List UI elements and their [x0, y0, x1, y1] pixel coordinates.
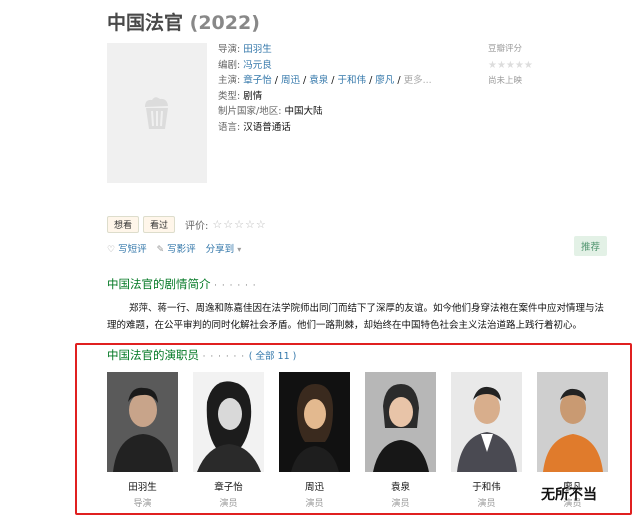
synopsis-heading: 中国法官的剧情简介 · · · · · ·	[107, 276, 257, 292]
cast-heading: 中国法官的演职员 · · · · · · ( 全部 11 )	[107, 347, 296, 363]
watched-button[interactable]: 看过	[143, 216, 176, 233]
cast-link[interactable]: 于和伟	[338, 75, 367, 86]
cast-role: 演员	[305, 499, 324, 509]
language-row: 语言: 汉语普通话	[218, 120, 432, 136]
writer-link[interactable]: 冯元良	[243, 60, 272, 71]
recommend-button[interactable]: 推荐	[574, 236, 608, 256]
cast-member[interactable]: 袁泉 演员	[365, 372, 436, 509]
synopsis-heading-text: 中国法官的剧情简介	[107, 277, 211, 291]
cast-member[interactable]: 田羽生 导演	[107, 372, 178, 509]
want-to-watch-button[interactable]: 想看	[107, 216, 140, 233]
all-cast-link[interactable]: ( 全部 11 )	[249, 351, 297, 362]
rating-box: 豆瓣评分 ★★★★★ 尚未上映	[488, 42, 568, 86]
short-review-link[interactable]: ♡ 写短评	[107, 241, 147, 255]
country-label: 制片国家/地区:	[218, 106, 282, 117]
cast-name[interactable]: 袁泉	[365, 479, 436, 493]
review-link[interactable]: ✎ 写影评	[157, 241, 196, 255]
language-value: 汉语普通话	[243, 121, 291, 133]
social-bar: ♡ 写短评 ✎ 写影评 分享到 ▾	[107, 241, 241, 255]
cast-name[interactable]: 于和伟	[451, 479, 522, 493]
movie-info: 导演: 田羽生 编剧: 冯元良 主演: 章子怡 / 周迅 / 袁泉 / 于和伟 …	[218, 42, 432, 135]
director-row: 导演: 田羽生	[218, 42, 432, 58]
cast-role: 演员	[391, 499, 410, 509]
review-label: 写影评	[167, 244, 196, 255]
genre-label: 类型:	[218, 90, 241, 102]
cast-member[interactable]: 章子怡 演员	[193, 372, 264, 509]
cast-dots: · · · · · ·	[202, 352, 246, 362]
cast-photo[interactable]	[451, 372, 522, 472]
cast-name[interactable]: 周迅	[279, 479, 350, 493]
language-label: 语言:	[218, 121, 241, 133]
genre-row: 类型: 剧情	[218, 89, 432, 105]
cast-name[interactable]: 章子怡	[193, 479, 264, 493]
cast-label: 主演:	[218, 75, 241, 86]
country-row: 制片国家/地区: 中国大陆	[218, 104, 432, 120]
cast-link[interactable]: 周迅	[281, 75, 300, 86]
rate-stars[interactable]: ☆☆☆☆☆	[212, 218, 266, 231]
action-bar: 想看 看过 评价: ☆☆☆☆☆	[107, 216, 267, 233]
rate-label: 评价:	[185, 221, 209, 232]
cast-role: 演员	[219, 499, 238, 509]
popcorn-icon	[145, 97, 168, 129]
cast-name[interactable]: 田羽生	[107, 479, 178, 493]
writer-label: 编剧:	[218, 59, 241, 71]
director-label: 导演:	[218, 44, 241, 55]
country-value: 中国大陆	[284, 106, 323, 117]
cast-list: 田羽生 导演 章子怡 演员 周迅 演员 袁泉 演员 于和伟 演员 廖凡 演员	[107, 372, 608, 509]
more-cast-link[interactable]: 更多...	[404, 75, 432, 86]
cast-photo[interactable]	[193, 372, 264, 472]
cast-row: 主演: 章子怡 / 周迅 / 袁泉 / 于和伟 / 廖凡 / 更多...	[218, 75, 432, 86]
cast-photo[interactable]	[279, 372, 350, 472]
rating-status: 尚未上映	[488, 76, 523, 86]
cast-member[interactable]: 周迅 演员	[279, 372, 350, 509]
synopsis-text: 郑萍、蒋一行、周逸和陈嘉佳因在法学院师出同门而结下了深厚的友谊。如今他们身穿法袍…	[107, 303, 605, 331]
cast-link[interactable]: 廖凡	[375, 75, 394, 86]
cast-photo[interactable]	[537, 372, 608, 472]
cast-heading-text: 中国法官的演职员	[107, 348, 199, 362]
cast-role: 导演	[133, 499, 152, 509]
cast-member[interactable]: 于和伟 演员	[451, 372, 522, 509]
comment-icon: ♡	[107, 245, 116, 255]
share-label: 分享到	[205, 244, 235, 255]
cast-link[interactable]: 章子怡	[243, 75, 272, 86]
cast-role: 演员	[477, 499, 496, 509]
cast-photo[interactable]	[107, 372, 178, 472]
movie-name: 中国法官	[107, 12, 184, 34]
share-dropdown[interactable]: 分享到 ▾	[206, 241, 242, 255]
poster-placeholder[interactable]	[107, 43, 207, 183]
cast-link[interactable]: 袁泉	[309, 75, 328, 86]
writer-row: 编剧: 冯元良	[218, 58, 432, 74]
genre-value: 剧情	[243, 90, 263, 102]
director-link[interactable]: 田羽生	[243, 44, 272, 55]
chevron-down-icon: ▾	[237, 245, 242, 254]
cast-photo[interactable]	[365, 372, 436, 472]
pen-icon: ✎	[156, 245, 165, 255]
short-review-label: 写短评	[118, 244, 147, 255]
synopsis-dots: · · · · · ·	[214, 281, 257, 291]
movie-year: (2022)	[189, 12, 260, 34]
rating-stars: ★★★★★	[488, 60, 533, 71]
watermark: 无所不当	[541, 487, 597, 503]
movie-title: 中国法官 (2022)	[107, 8, 260, 35]
rating-label: 豆瓣评分	[488, 44, 523, 54]
